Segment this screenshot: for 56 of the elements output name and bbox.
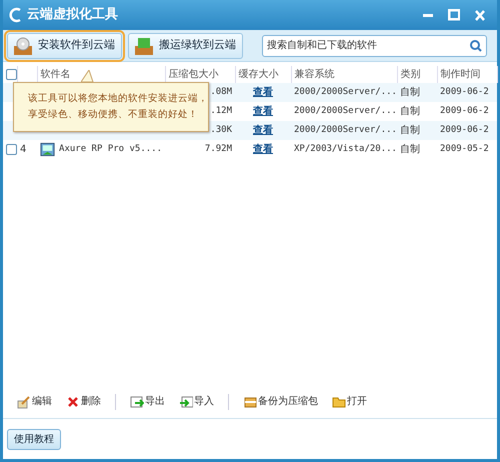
toolbar-button[interactable]: 打开: [328, 394, 371, 409]
table-cell-text: Axure RP Pro v5....: [59, 142, 162, 156]
folder-icon: [332, 394, 346, 408]
tooltip-text: 该工具可以将您本地的软件安装进云端，: [28, 92, 202, 106]
disc-box-icon: [12, 36, 34, 56]
view-link[interactable]: 查看: [253, 144, 273, 155]
pencil-icon: [17, 394, 31, 408]
table-cell: 2000/2000Server/...: [294, 86, 397, 97]
table-cell: 2009-06-2: [440, 106, 489, 116]
table-cell: 2009-05-2: [440, 144, 489, 154]
toolbar-button[interactable]: 删除: [62, 394, 105, 409]
column-header: 缓存大小: [238, 69, 278, 80]
folder-box-icon: [133, 36, 155, 56]
row-number: 4: [20, 144, 26, 155]
select-all-checkbox[interactable]: [6, 68, 16, 80]
table-cell: 自制: [400, 87, 420, 98]
app-icon: [40, 142, 56, 157]
column-header: 制作时间: [440, 69, 480, 80]
table-cell: 自制: [400, 106, 420, 117]
table-cell: 2009-06-2: [440, 124, 489, 135]
toolbar-button[interactable]: 编辑: [13, 394, 56, 409]
column-header: 兼容系统: [294, 69, 334, 80]
delete-icon: [66, 394, 80, 408]
column-header: 压缩包大小: [168, 69, 218, 80]
window-title: 云端虚拟化工具: [27, 6, 118, 24]
toolbar-button[interactable]: 导入: [175, 394, 218, 409]
search-box[interactable]: 搜索自制和已下载的软件: [262, 34, 487, 56]
table-cell: .12M: [210, 106, 232, 116]
table-cell: 2000/2000Server/...: [294, 124, 397, 135]
view-link[interactable]: 查看: [253, 87, 273, 98]
table-cell: 自制: [400, 125, 420, 136]
view-link[interactable]: 查看: [253, 106, 273, 117]
view-link[interactable]: 查看: [253, 125, 273, 136]
table-cell: XP/2003/Vista/20...: [294, 144, 397, 154]
toolbar-button[interactable]: 搬运绿软到云端: [128, 32, 243, 58]
search-icon: [469, 39, 482, 52]
row-checkbox[interactable]: [6, 144, 17, 155]
toolbar-button[interactable]: 导出: [126, 394, 169, 409]
logo-icon: [9, 7, 23, 23]
export-icon: [130, 394, 144, 408]
package-icon: [243, 394, 257, 408]
table-cell: 自制: [400, 144, 420, 155]
table-cell: 2009-06-2: [440, 86, 489, 97]
maximize-icon: [448, 9, 460, 21]
import-icon: [179, 394, 193, 408]
toolbar-button[interactable]: 备份为压缩包: [239, 394, 322, 409]
tutorial-button[interactable]: 使用教程: [7, 428, 61, 450]
tooltip-text: 享受绿色、移动便携、不重装的好处！: [28, 108, 199, 122]
column-header: 类别: [400, 69, 420, 80]
close-icon: [475, 10, 485, 20]
column-header: 软件名: [40, 69, 70, 80]
minimize-icon: [423, 14, 433, 16]
table-cell: .30K: [210, 124, 232, 135]
table-cell: 2000/2000Server/...: [294, 106, 397, 116]
table-cell: .08M: [210, 86, 232, 97]
table-cell: 7.92M: [204, 144, 232, 154]
